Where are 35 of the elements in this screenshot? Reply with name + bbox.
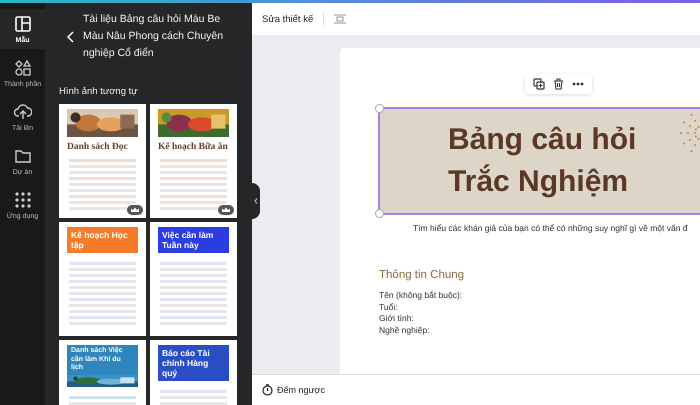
section-heading: Hình ảnh tương tự — [59, 86, 139, 97]
template-title: Tài liệu Bảng câu hỏi Màu Be Màu Nâu Phong cách Chuyên nghiệp Cổ điển — [83, 12, 224, 61]
form-field-label: Tên (không bắt buộc): — [379, 290, 464, 302]
title-banner[interactable]: Bảng câu hỏi Trắc Nghiệm — [378, 107, 700, 215]
document-title: Trắc Nghiệm — [448, 163, 628, 200]
shapes-icon — [14, 58, 32, 76]
duplicate-icon[interactable] — [533, 78, 545, 90]
document-subtitle: Tìm hiểu các khán giả của bạn có thể có những suy nghĩ gì về một vấn đ — [413, 223, 689, 233]
position-icon[interactable] — [334, 14, 346, 24]
resize-handle[interactable] — [375, 104, 384, 113]
template-card-title: Báo cáo Tài chính Hàng quý — [158, 345, 229, 381]
timer-icon — [262, 384, 273, 396]
timer-button[interactable]: Đếm ngược — [262, 384, 325, 396]
edit-design-button[interactable]: Sửa thiết kế — [262, 14, 314, 24]
form-field-label: Giới tính: — [379, 313, 415, 324]
template-card[interactable]: Việc cần làm Tuần này — [150, 222, 237, 336]
template-card-title: Danh sách Đọc — [67, 142, 129, 152]
form-field-label: Nghề nghiệp: — [379, 324, 431, 336]
cloud-upload-icon — [14, 102, 32, 120]
document-title: Bảng câu hỏi — [448, 122, 636, 158]
resize-handle[interactable] — [375, 209, 384, 218]
back-icon[interactable] — [67, 30, 75, 42]
template-card-title: Kế hoạch Học tập — [67, 227, 138, 253]
layout-icon — [14, 14, 32, 32]
collapse-handle[interactable] — [252, 183, 260, 219]
form-field-label: Tuổi: — [379, 302, 399, 313]
section-heading: Thông tin Chung — [379, 269, 466, 281]
more-icon[interactable] — [572, 82, 584, 86]
apps-grid-icon — [14, 190, 32, 208]
template-card-title: Việc cần làm Tuần này — [158, 227, 229, 253]
template-card[interactable]: Kế hoạch Bữa ăn — [150, 104, 237, 218]
template-card-title: Kế hoạch Bữa ăn — [158, 142, 229, 152]
trash-icon[interactable] — [553, 78, 564, 90]
template-card[interactable]: Danh sách Đọc — [59, 104, 146, 218]
template-card[interactable]: Báo cáo Tài chính Hàng quý — [150, 340, 237, 405]
